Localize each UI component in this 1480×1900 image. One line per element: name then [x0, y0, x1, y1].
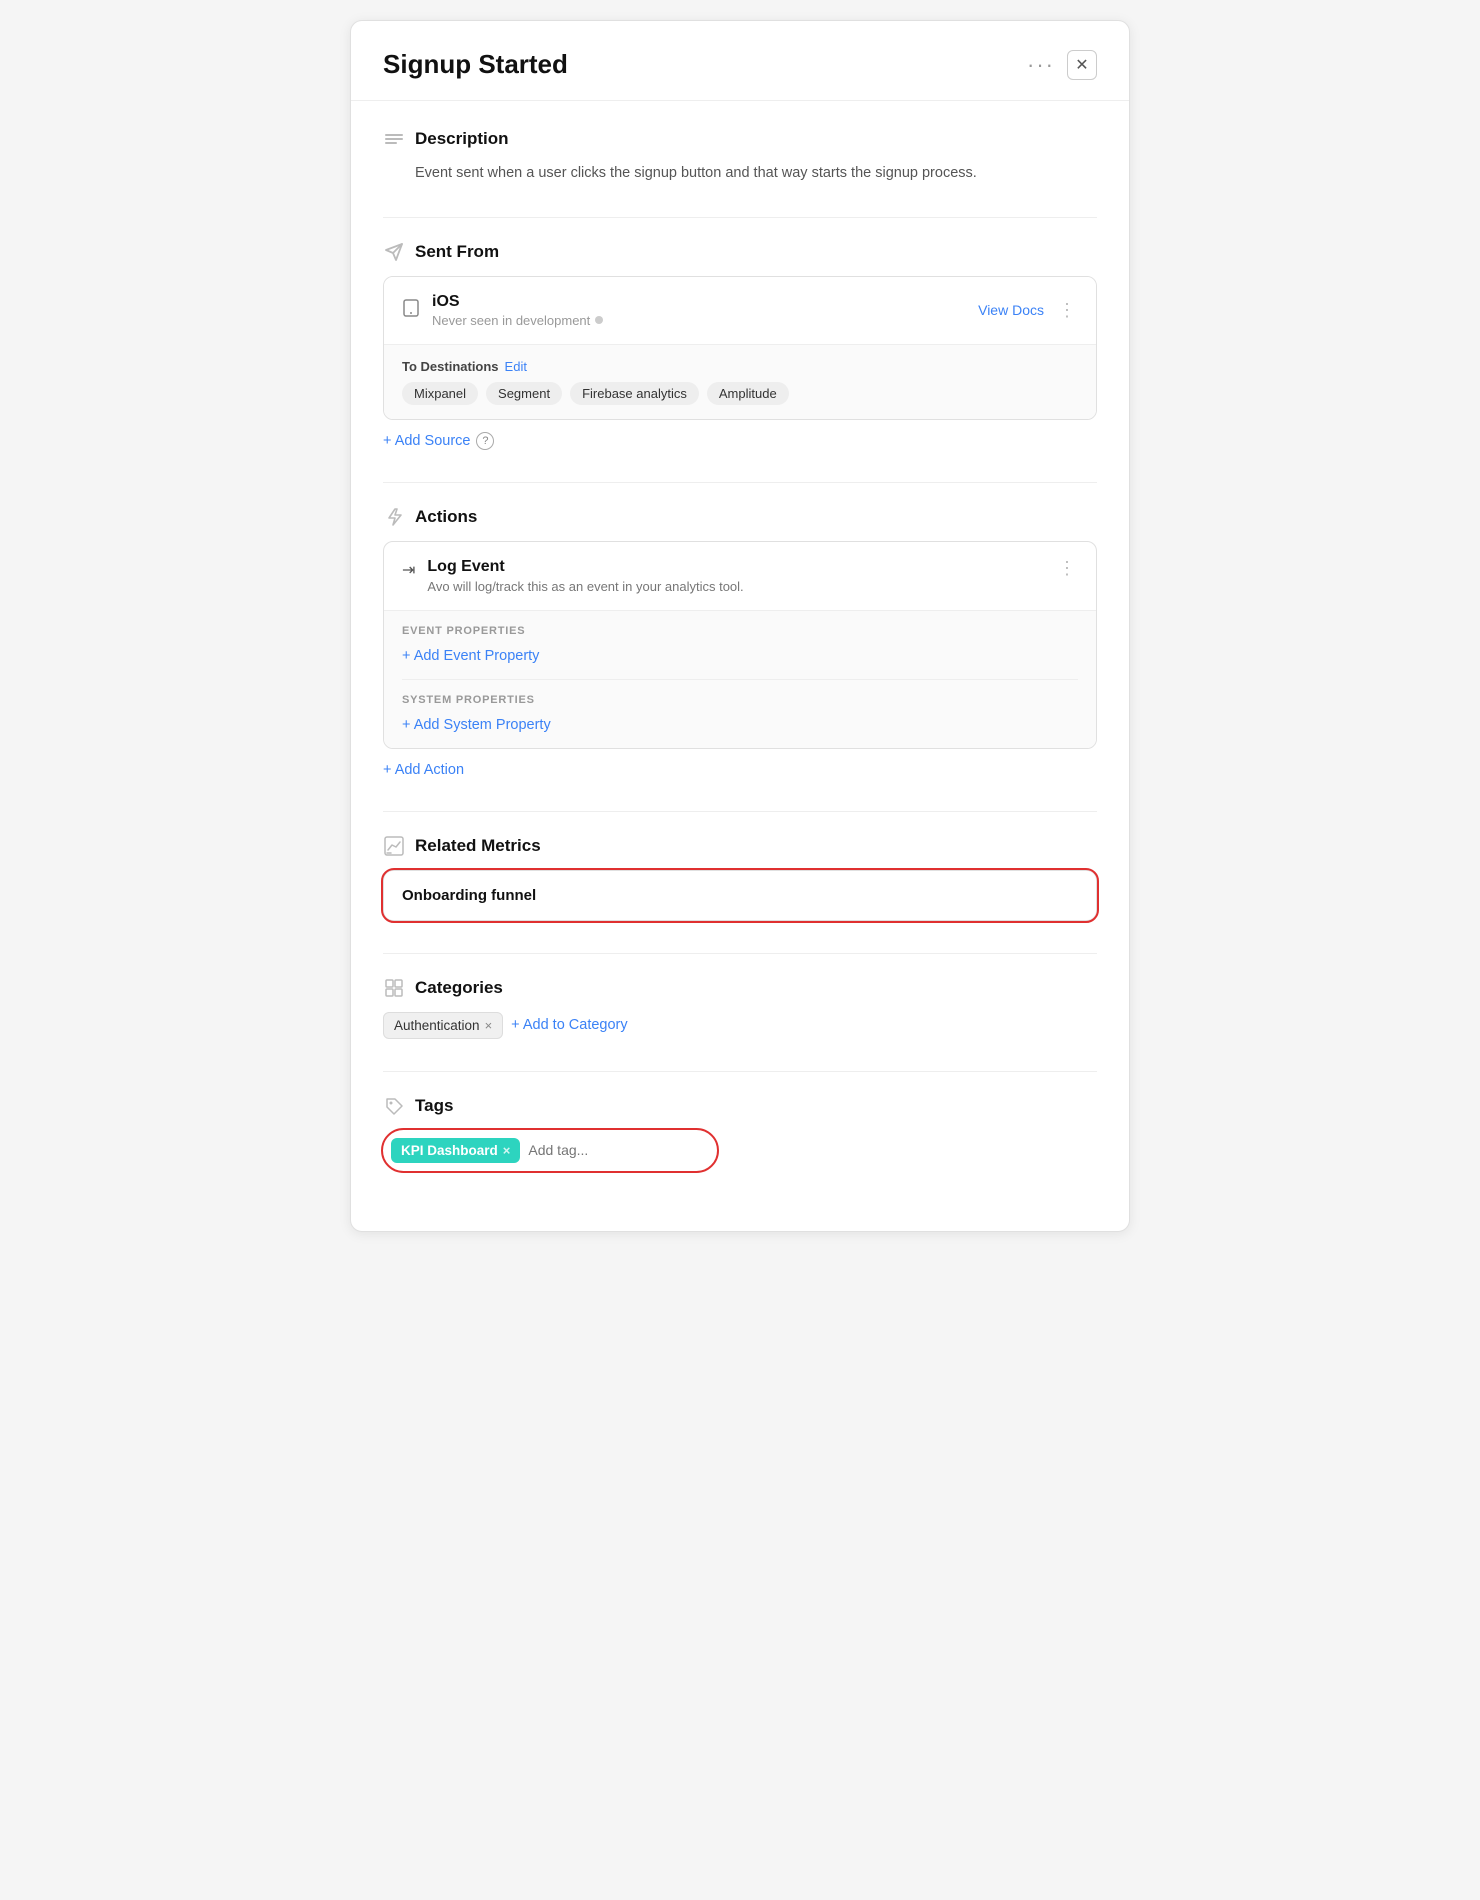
tags-icon	[383, 1096, 405, 1116]
event-panel: Signup Started ··· ✕ Description Even	[350, 20, 1130, 1232]
add-action-link[interactable]: + Add Action	[383, 762, 464, 778]
actions-header: Actions	[383, 507, 1097, 527]
sent-from-section: Sent From iOS Nev	[383, 242, 1097, 450]
log-event-left: ⇥ Log Event Avo will log/track this as a…	[402, 558, 744, 594]
dest-chip-mixpanel: Mixpanel	[402, 382, 478, 405]
divider-2	[383, 482, 1097, 483]
destinations-label: To Destinations Edit	[402, 359, 1078, 374]
tag-chip-label: KPI Dashboard	[401, 1143, 498, 1158]
categories-title: Categories	[415, 978, 503, 998]
source-more-menu[interactable]: ⋮	[1058, 300, 1078, 321]
dest-chip-segment: Segment	[486, 382, 562, 405]
log-event-card: ⇥ Log Event Avo will log/track this as a…	[383, 541, 1097, 749]
actions-section: Actions ⇥ Log Event Avo will log/track t…	[383, 507, 1097, 779]
ios-status: Never seen in development	[432, 313, 603, 328]
remove-authentication-button[interactable]: ×	[485, 1018, 493, 1033]
related-metrics-title: Related Metrics	[415, 836, 541, 856]
description-section: Description Event sent when a user click…	[383, 129, 1097, 185]
categories-header: Categories	[383, 978, 1097, 998]
categories-icon	[383, 978, 405, 998]
add-tag-input[interactable]	[528, 1142, 709, 1158]
panel-title: Signup Started	[383, 49, 568, 80]
actions-icon	[383, 507, 405, 527]
ios-info: iOS Never seen in development	[432, 293, 603, 328]
description-header: Description	[383, 129, 1097, 149]
related-metrics-section: Related Metrics Onboarding funnel	[383, 836, 1097, 921]
add-action-row: + Add Action	[383, 761, 1097, 779]
log-event-desc: Avo will log/track this as an event in y…	[427, 579, 743, 594]
add-source-row: + Add Source ?	[383, 432, 1097, 450]
remove-tag-button[interactable]: ×	[503, 1143, 511, 1158]
add-system-property-link[interactable]: + Add System Property	[402, 717, 551, 733]
category-chip-authentication: Authentication ×	[383, 1012, 503, 1039]
log-event-more-menu[interactable]: ⋮	[1058, 558, 1078, 579]
add-source-link[interactable]: + Add Source	[383, 433, 470, 449]
description-text: Event sent when a user clicks the signup…	[415, 163, 1097, 185]
log-event-title: Log Event	[427, 558, 743, 576]
ios-card-row: iOS Never seen in development View Docs …	[384, 277, 1096, 344]
view-docs-link[interactable]: View Docs	[978, 302, 1044, 318]
related-metrics-header: Related Metrics	[383, 836, 1097, 856]
log-event-info: Log Event Avo will log/track this as an …	[427, 558, 743, 594]
help-icon[interactable]: ?	[476, 432, 494, 450]
panel-header: Signup Started ··· ✕	[351, 21, 1129, 101]
metrics-card[interactable]: Onboarding funnel	[383, 870, 1097, 921]
add-to-category-link[interactable]: + Add to Category	[511, 1017, 627, 1033]
sent-from-icon	[383, 242, 405, 262]
more-options-button[interactable]: ···	[1027, 52, 1055, 78]
tags-wrapper: KPI Dashboard ×	[383, 1130, 717, 1171]
divider-1	[383, 217, 1097, 218]
ios-card-actions: View Docs ⋮	[978, 300, 1078, 321]
divider-3	[383, 811, 1097, 812]
metric-name: Onboarding funnel	[402, 887, 536, 904]
sent-from-title: Sent From	[415, 242, 499, 262]
destinations-section: To Destinations Edit Mixpanel Segment Fi…	[384, 344, 1096, 419]
category-chip-label: Authentication	[394, 1018, 480, 1033]
tags-title: Tags	[415, 1096, 453, 1116]
sent-from-header: Sent From	[383, 242, 1097, 262]
actions-title: Actions	[415, 507, 477, 527]
categories-row: Authentication × + Add to Category	[383, 1012, 1097, 1039]
log-event-icon: ⇥	[402, 560, 415, 580]
ios-name: iOS	[432, 293, 603, 311]
properties-divider	[402, 679, 1078, 680]
add-event-property-link[interactable]: + Add Event Property	[402, 648, 539, 664]
dest-chip-amplitude: Amplitude	[707, 382, 789, 405]
divider-4	[383, 953, 1097, 954]
destinations-chips: Mixpanel Segment Firebase analytics Ampl…	[402, 382, 1078, 405]
tag-chip-kpi: KPI Dashboard ×	[391, 1138, 520, 1163]
close-button[interactable]: ✕	[1067, 50, 1097, 80]
categories-section: Categories Authentication × + Add to Cat…	[383, 978, 1097, 1039]
panel-body: Description Event sent when a user click…	[351, 101, 1129, 1231]
description-title: Description	[415, 129, 509, 149]
metrics-icon	[383, 836, 405, 856]
metrics-card-wrapper: Onboarding funnel	[383, 870, 1097, 921]
tags-section: Tags KPI Dashboard ×	[383, 1096, 1097, 1171]
event-properties-label: EVENT PROPERTIES	[402, 625, 1078, 637]
dest-chip-firebase: Firebase analytics	[570, 382, 699, 405]
ios-source-card: iOS Never seen in development View Docs …	[383, 276, 1097, 420]
ios-icon	[402, 299, 420, 321]
description-icon	[383, 129, 405, 149]
divider-5	[383, 1071, 1097, 1072]
log-event-row: ⇥ Log Event Avo will log/track this as a…	[384, 542, 1096, 610]
tags-header: Tags	[383, 1096, 1097, 1116]
system-properties-label: SYSTEM PROPERTIES	[402, 694, 1078, 706]
header-actions: ··· ✕	[1027, 50, 1097, 80]
event-properties-section: EVENT PROPERTIES + Add Event Property SY…	[384, 610, 1096, 748]
ios-card-left: iOS Never seen in development	[402, 293, 603, 328]
status-indicator	[595, 316, 603, 324]
destinations-edit-link[interactable]: Edit	[505, 359, 527, 374]
tags-row: KPI Dashboard ×	[391, 1138, 709, 1163]
